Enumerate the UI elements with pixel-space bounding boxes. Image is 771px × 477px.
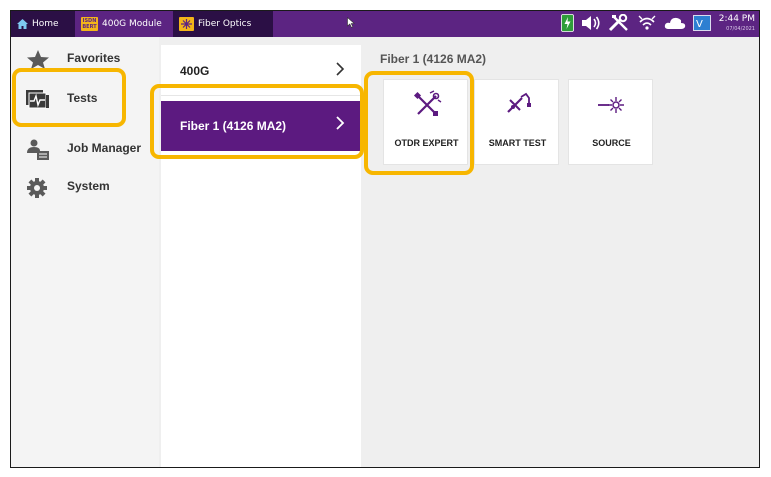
job-manager-icon — [25, 139, 51, 160]
smart-test-label: SMART TEST — [488, 138, 547, 148]
sidebar-item-label: Job Manager — [67, 141, 142, 155]
smart-test-icon — [475, 90, 560, 122]
sidebar-item-label: Favorites — [67, 51, 121, 65]
status-icons: V — [561, 13, 711, 35]
chevron-right-icon — [335, 61, 345, 80]
fiber-optics-tab-label: Fiber Optics — [198, 19, 252, 29]
module-tab[interactable]: ISDN BERT 400G Module — [75, 11, 173, 37]
tests-highlight-callout — [12, 68, 126, 127]
page-title: Fiber 1 (4126 MA2) — [380, 52, 487, 66]
submenu-item-label: 400G — [180, 64, 210, 78]
star-icon — [25, 49, 51, 69]
tools-icon[interactable] — [608, 13, 630, 35]
clock-date: 07/04/2021 — [726, 26, 755, 32]
otdr-expert-highlight-callout — [364, 71, 474, 175]
fiber-optics-icon — [179, 17, 194, 31]
vnc-icon[interactable]: V — [693, 14, 711, 34]
source-label: SOURCE — [592, 138, 631, 148]
badge-line-2: BERT — [82, 24, 97, 30]
speaker-icon[interactable] — [581, 15, 601, 34]
home-tab[interactable]: Home — [11, 11, 75, 37]
fiber-optics-tab[interactable]: Fiber Optics — [173, 11, 273, 37]
home-icon — [17, 19, 28, 29]
smart-test-tile[interactable]: SMART TEST — [474, 79, 559, 165]
battery-charging-icon[interactable] — [561, 13, 574, 35]
clock-time: 2:44 PM — [718, 14, 755, 24]
top-bar: Home ISDN BERT 400G Module Fiber Optics — [11, 11, 759, 37]
mouse-cursor-icon — [347, 16, 356, 31]
vnc-label: V — [696, 19, 703, 30]
sidebar-item-system[interactable]: System — [11, 171, 159, 201]
source-tile[interactable]: SOURCE — [568, 79, 653, 165]
clock: 2:44 PM 07/04/2021 — [719, 14, 755, 34]
module-tab-label: 400G Module — [102, 19, 162, 29]
sidebar-item-label: System — [67, 179, 110, 193]
module-badge-icon: ISDN BERT — [81, 17, 98, 31]
cloud-icon[interactable] — [664, 16, 686, 33]
fiber-1-highlight-callout — [150, 84, 364, 159]
wifi-scan-icon[interactable] — [637, 14, 657, 35]
sidebar-item-job-manager[interactable]: Job Manager — [11, 133, 159, 163]
home-tab-label: Home — [32, 19, 59, 29]
source-icon — [569, 90, 654, 122]
gear-icon — [25, 177, 51, 198]
